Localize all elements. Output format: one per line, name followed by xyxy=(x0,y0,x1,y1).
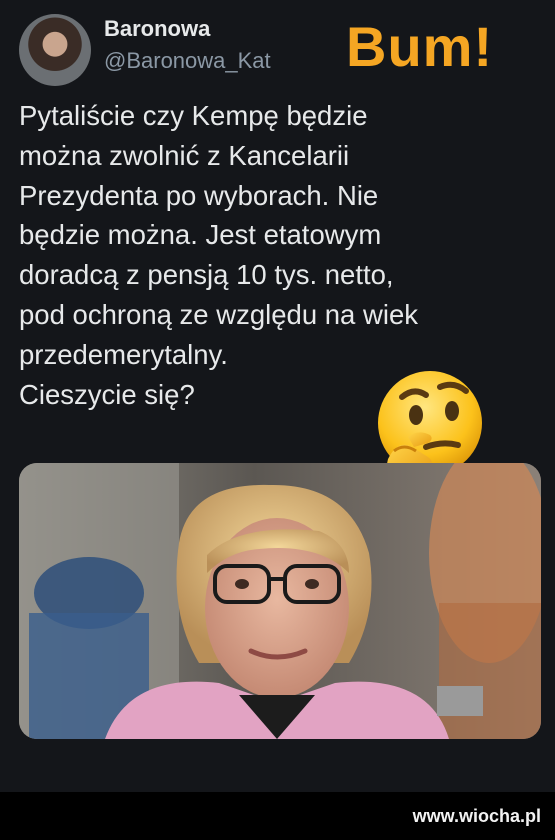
tweet-text-line: Prezydenta po wyborach. Nie xyxy=(19,179,379,211)
tweet-text-line: Pytaliście czy Kempę będzie xyxy=(19,100,368,131)
watermark[interactable]: www.wiocha.pl xyxy=(413,806,541,827)
tweet-text-line: pod ochroną ze względu na wiek xyxy=(19,298,419,330)
tweet-text-line: będzie można. Jest etatowym xyxy=(19,219,382,251)
bum-caption: Bum! xyxy=(346,15,494,78)
display-name[interactable]: Baronowa xyxy=(104,16,210,42)
blur-patch xyxy=(437,686,483,716)
tweet-text-line: doradcą z pensją 10 tys. netto, xyxy=(19,259,394,291)
user-handle[interactable]: @Baronowa_Kat xyxy=(104,48,271,74)
tweet-text-line: można zwolnić z Kancelarii xyxy=(19,139,350,171)
avatar[interactable] xyxy=(19,14,91,86)
tweet-card: Baronowa @Baronowa_Kat Bum! Pytaliście c… xyxy=(0,0,555,792)
